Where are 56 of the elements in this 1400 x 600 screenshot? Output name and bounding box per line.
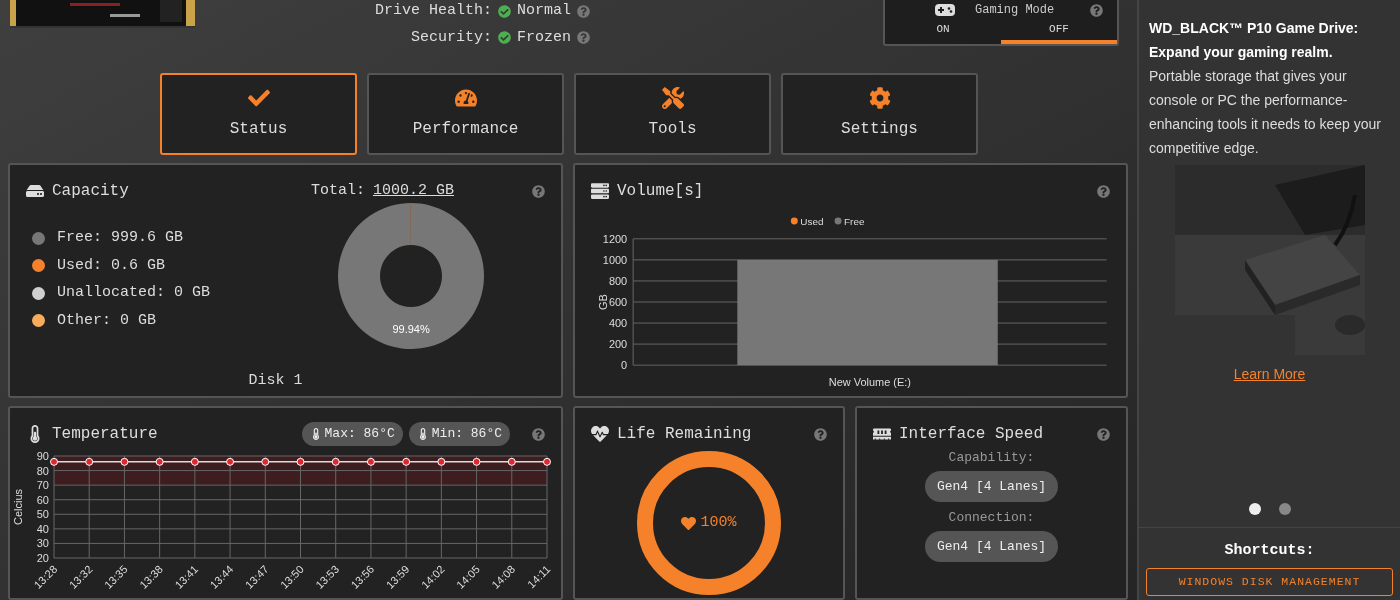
tab[interactable]: Tools [574, 73, 771, 155]
interface-label: Connection: [948, 509, 1035, 527]
status-value: Frozen [517, 27, 572, 48]
tab[interactable]: Performance [367, 73, 564, 155]
axis-tick-label: 800 [608, 274, 627, 287]
interface-value: Gen4 [4 Lanes] [924, 530, 1059, 562]
legend-label: Free [843, 215, 864, 227]
panel-title: Capacity [52, 181, 129, 202]
axis-category-label: New Volume (E:) [828, 376, 911, 389]
axis-tick-label: 70 [36, 479, 49, 492]
axis-tick-label: 20 [36, 552, 49, 564]
interface-value: Gen4 [4 Lanes] [924, 470, 1059, 502]
temperature-badge: Min: 86°C [408, 422, 510, 446]
panel-title: Temperature [52, 424, 158, 445]
panel-title: Life Remaining [617, 424, 752, 445]
axis-tick-label: 80 [36, 464, 49, 477]
status-label: Drive Health: [375, 1, 493, 21]
legend-label: Used: 0.6 GB [57, 255, 166, 276]
tab[interactable]: Settings [781, 73, 978, 155]
axis-tick-label: 90 [36, 450, 49, 462]
toggle-option[interactable]: ON [885, 20, 1001, 44]
axis-tick-label: 30 [36, 537, 49, 550]
total-label: Total: [310, 180, 365, 201]
axis-tick-label: 400 [608, 317, 627, 330]
shortcut-button[interactable]: WINDOWS DISK MANAGEMENT [1146, 568, 1393, 596]
legend-label: Free: 999.6 GB [57, 228, 184, 248]
life-percentage: 100% [700, 512, 737, 533]
axis-tick-label: 0 [620, 359, 627, 372]
slice-label: 99.94% [392, 323, 430, 335]
ad-text: Portable storage that gives your console or PC the performance-enhancing tools it needs to keep your competitive edge. [1149, 67, 1382, 158]
legend-label: Unallocated: 0 GB [57, 283, 211, 303]
total-value: 1000.2 GB [373, 180, 454, 201]
axis-title: Celcius [12, 488, 24, 526]
status-label: Security: [411, 27, 493, 48]
panel-title: Interface Speed [899, 424, 1044, 445]
axis-tick-label: 1200 [602, 232, 627, 245]
ad-title: WD_BLACK™ P10 Game Drive: Expand your gaming realm. [1149, 19, 1360, 62]
toggle-option[interactable]: OFF [1001, 20, 1117, 44]
axis-tick-label: 1000 [602, 253, 627, 266]
tab[interactable]: Status [160, 73, 357, 155]
panel-title: Volume[s] [617, 181, 704, 202]
temperature-badge: Max: 86°C [301, 422, 403, 446]
axis-title: GB [596, 294, 609, 310]
axis-tick-label: 50 [36, 508, 49, 521]
axis-tick-label: 200 [608, 338, 627, 351]
axis-tick-label: 600 [608, 295, 627, 308]
axis-tick-label: 40 [36, 522, 49, 535]
learn-more-link[interactable]: Learn More [1233, 364, 1306, 385]
axis-tick-label: 60 [36, 493, 49, 506]
status-value: Normal [517, 1, 572, 21]
disk-label: Disk 1 [248, 370, 303, 391]
legend-label: Other: 0 GB [57, 310, 157, 331]
gaming-mode-title: Gaming Mode [975, 2, 1055, 19]
interface-label: Capability: [948, 449, 1035, 467]
shortcuts-title: Shortcuts: [1224, 540, 1315, 561]
legend-label: Used [799, 215, 823, 227]
